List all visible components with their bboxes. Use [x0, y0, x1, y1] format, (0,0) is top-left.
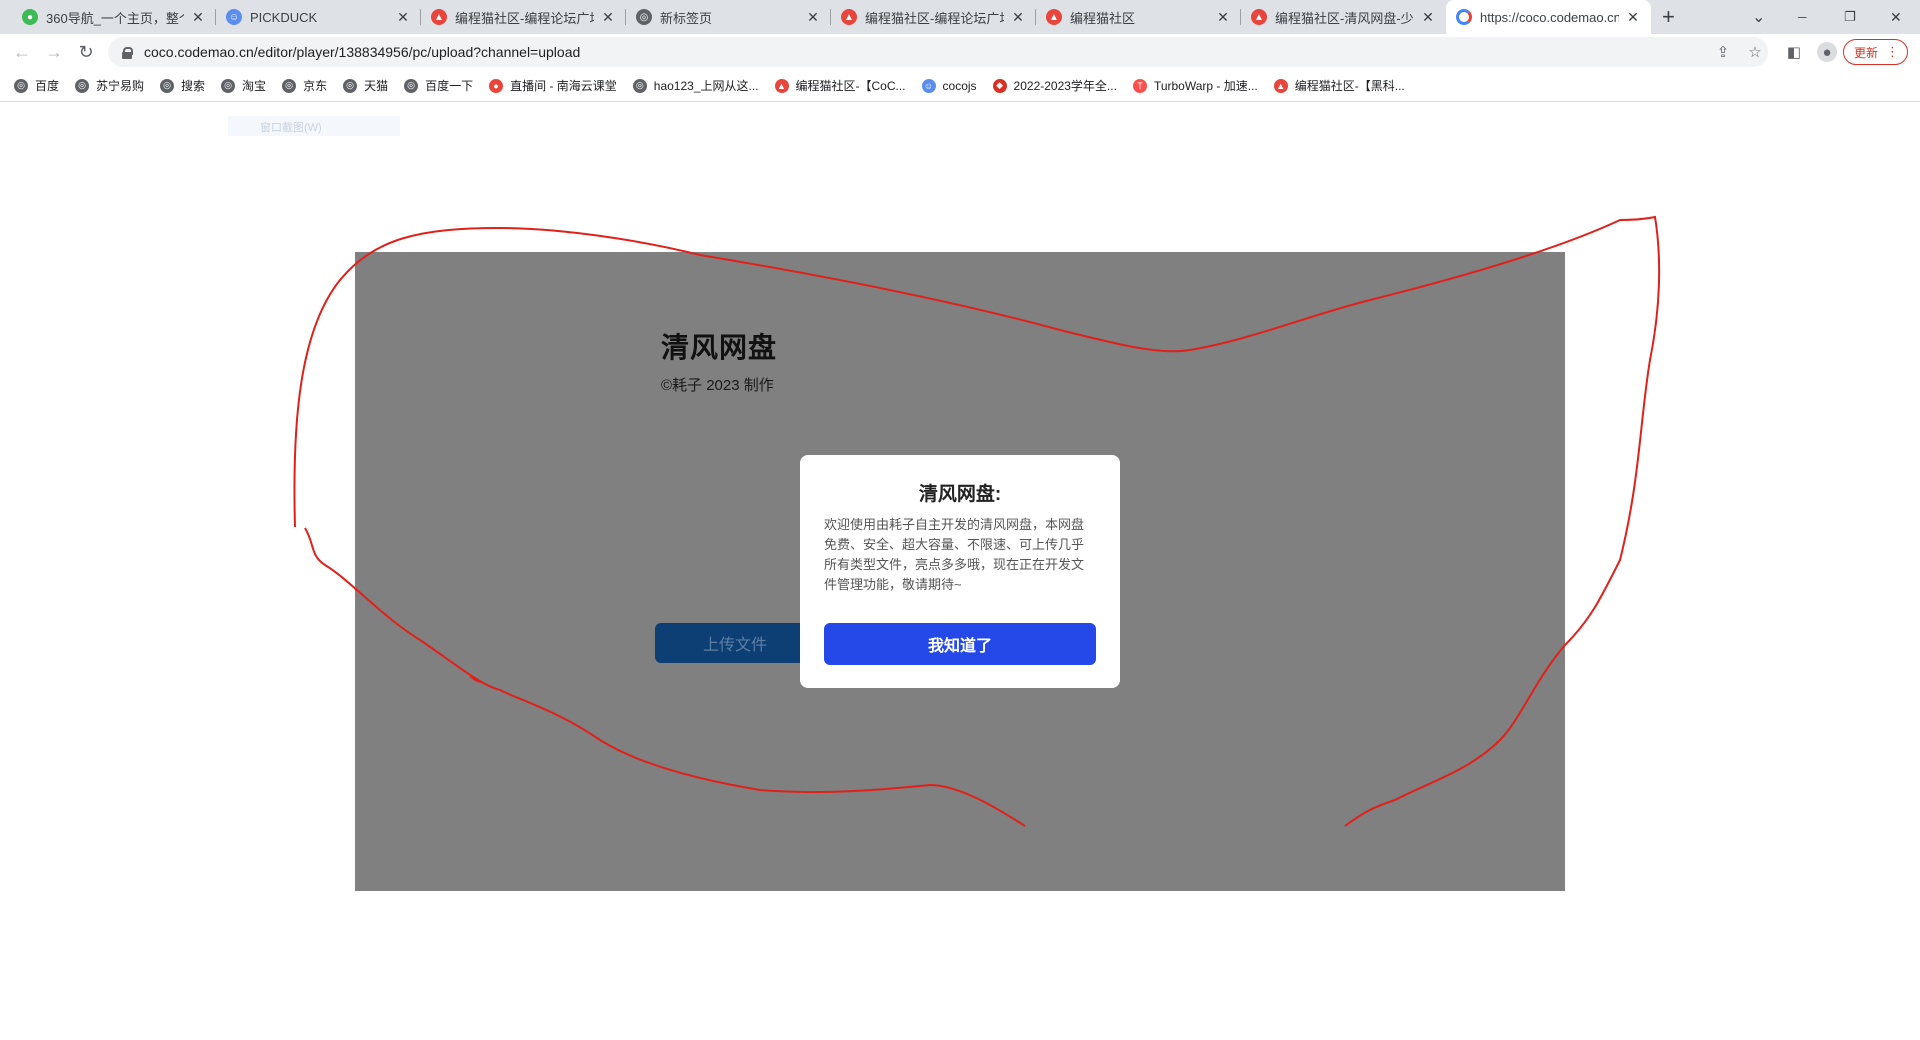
bookmark-item[interactable]: ◎ 百度	[14, 77, 59, 94]
restore-icon: ❐	[1844, 9, 1856, 24]
tab-new-tab[interactable]: ◎ 新标签页 ✕	[626, 0, 831, 34]
dialog-message: 欢迎使用由耗子自主开发的清风网盘，本网盘免费、安全、超大容量、不限速、可上传几乎…	[824, 517, 1085, 592]
bookmark-item[interactable]: ▲ 编程猫社区-【黑科...	[1273, 77, 1405, 94]
bookmark-item[interactable]: ◎ 苏宁易购	[75, 77, 144, 94]
globe-icon: ◎	[632, 78, 647, 93]
tab-strip: ● 360导航_一个主页，整个世界 ✕ ☺ PICKDUCK ✕ ▲ 编程猫社区…	[0, 0, 1920, 34]
close-icon[interactable]: ✕	[1625, 9, 1641, 26]
browser-toolbar: ← → ↻ coco.codemao.cn/editor/player/1388…	[0, 34, 1920, 70]
bookmark-item[interactable]: ◎ 搜索	[160, 77, 205, 94]
close-icon[interactable]: ✕	[805, 9, 821, 26]
bookmark-star-icon[interactable]: ☆	[1746, 43, 1764, 61]
codemao-icon: ▲	[1251, 9, 1267, 25]
tab-title: 编程猫社区-编程论坛广场	[865, 10, 1004, 26]
globe-icon: ◎	[160, 78, 175, 93]
globe-icon: ◎	[221, 78, 236, 93]
tab-title: PICKDUCK	[250, 9, 318, 25]
close-window-button[interactable]: ✕	[1890, 0, 1902, 34]
upload-file-button[interactable]: 上传文件	[655, 623, 815, 663]
codemao-icon: ▲	[431, 9, 447, 25]
tab-search-button[interactable]: ⌄	[1752, 0, 1765, 34]
dialog-title: 清风网盘:	[918, 484, 1002, 505]
loading-icon	[1456, 9, 1472, 25]
globe-icon: ◎	[636, 9, 652, 25]
bookmark-item[interactable]: ◎ 京东	[282, 77, 327, 94]
tab-codemao-forum-2[interactable]: ▲ 编程猫社区-编程论坛广场 ✕	[831, 0, 1036, 34]
app-title: 清风网盘	[661, 332, 778, 363]
lock-icon	[122, 46, 133, 59]
minimize-button[interactable]: ─	[1798, 0, 1807, 34]
bookmark-item[interactable]: ◎ 淘宝	[221, 77, 266, 94]
bookmark-item[interactable]: ● 直播间 - 南海云课堂	[489, 77, 617, 94]
update-button[interactable]: 更新 ⋮	[1843, 39, 1908, 65]
globe-icon: ◎	[343, 78, 358, 93]
new-tab-button[interactable]: +	[1662, 0, 1675, 34]
share-icon[interactable]: ⇪	[1714, 43, 1732, 61]
forward-button[interactable]: →	[42, 40, 66, 64]
back-button[interactable]: ←	[10, 40, 34, 64]
globe-icon: ◎	[75, 78, 90, 93]
plus-icon: +	[1662, 4, 1675, 29]
codemao-icon: ▲	[1046, 9, 1062, 25]
arrow-left-icon: ←	[13, 41, 31, 62]
url-text: coco.codemao.cn/editor/player/138834956/…	[144, 44, 581, 60]
codemao-icon: ▲	[1273, 78, 1288, 93]
tab-codemao-qingfeng[interactable]: ▲ 编程猫社区-清风网盘-少儿编程 ✕	[1241, 0, 1446, 34]
close-icon[interactable]: ✕	[1420, 9, 1436, 26]
bookmark-item[interactable]: ◎ hao123_上网从这...	[632, 77, 759, 94]
turbowarp-icon: T	[1132, 78, 1147, 93]
tab-pickduck[interactable]: ☺ PICKDUCK ✕	[216, 0, 421, 34]
live-icon: ●	[489, 78, 504, 93]
acknowledge-button[interactable]: 我知道了	[824, 623, 1096, 665]
tab-codemao-community[interactable]: ▲ 编程猫社区 ✕	[1036, 0, 1241, 34]
bookmark-item[interactable]: ◆ 2022-2023学年全...	[992, 77, 1117, 94]
pickduck-icon: ☺	[226, 9, 242, 25]
screenshot-tooltip: 窗口截图(W)	[228, 116, 400, 136]
tab-360[interactable]: ● 360导航_一个主页，整个世界 ✕	[12, 0, 216, 34]
bookmark-item[interactable]: ◎ 天猫	[343, 77, 388, 94]
bookmark-item[interactable]: ◎ 百度一下	[404, 77, 473, 94]
bookmark-item[interactable]: T TurboWarp - 加速...	[1132, 77, 1258, 94]
close-icon[interactable]: ✕	[395, 9, 411, 26]
cocojs-icon: ☺	[921, 78, 936, 93]
tab-title: 编程猫社区-编程论坛广场	[455, 10, 594, 26]
tab-title: 编程猫社区	[1070, 10, 1136, 26]
close-icon[interactable]: ✕	[1215, 9, 1231, 26]
profile-avatar-icon[interactable]: ●	[1817, 42, 1837, 62]
address-bar[interactable]: coco.codemao.cn/editor/player/138834956/…	[108, 37, 1768, 67]
arrow-right-icon: →	[45, 41, 63, 62]
bookmarks-bar: ◎ 百度 ◎ 苏宁易购 ◎ 搜索 ◎ 淘宝 ◎ 京东 ◎ 天猫 ◎ 百度一下 ● 直播间 - 南…	[0, 70, 1920, 102]
tab-title: https://coco.codemao.cn/editor	[1480, 9, 1619, 25]
welcome-dialog: 清风网盘: 欢迎使用由耗子自主开发的清风网盘，本网盘免费、安全、超大容量、不限速…	[800, 455, 1120, 688]
360-icon: ●	[22, 9, 38, 25]
bookmark-item[interactable]: ☺ cocojs	[921, 78, 977, 93]
codemao-icon: ▲	[841, 9, 857, 25]
globe-icon: ◎	[404, 78, 419, 93]
close-icon[interactable]: ✕	[600, 9, 616, 26]
update-label: 更新	[1853, 45, 1878, 60]
close-icon[interactable]: ✕	[1010, 9, 1026, 26]
side-panel-icon[interactable]: ◧	[1785, 43, 1803, 61]
close-icon[interactable]: ✕	[190, 9, 206, 26]
reload-icon: ↻	[78, 41, 94, 62]
tab-title: 编程猫社区-清风网盘-少儿编程	[1275, 10, 1414, 26]
tab-coco-editor-active[interactable]: https://coco.codemao.cn/editor ✕	[1446, 0, 1651, 34]
tab-title: 360导航_一个主页，整个世界	[46, 10, 184, 26]
tab-title: 新标签页	[660, 10, 713, 26]
chevron-down-icon: ⌄	[1752, 9, 1766, 26]
codemao-icon: ▲	[774, 78, 789, 93]
globe-icon: ◎	[14, 78, 28, 93]
reload-button[interactable]: ↻	[74, 40, 98, 64]
app-copyright: ©耗子 2023 制作	[661, 377, 774, 394]
tab-codemao-forum[interactable]: ▲ 编程猫社区-编程论坛广场 ✕	[421, 0, 626, 34]
close-icon: ✕	[1890, 8, 1902, 25]
bookmark-item[interactable]: ▲ 编程猫社区-【CoC...	[774, 77, 906, 94]
more-vert-icon: ⋮	[1886, 44, 1899, 59]
school-icon: ◆	[992, 78, 1007, 93]
globe-icon: ◎	[282, 78, 297, 93]
minimize-icon: ─	[1798, 10, 1807, 24]
restore-button[interactable]: ❐	[1844, 0, 1856, 34]
